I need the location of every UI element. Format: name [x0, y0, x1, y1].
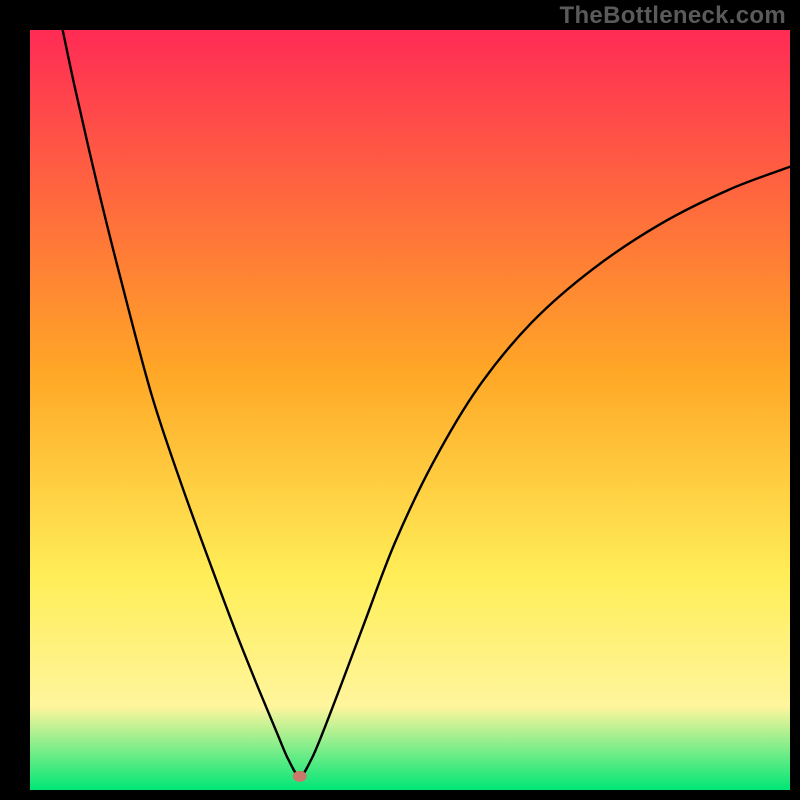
watermark-text: TheBottleneck.com — [560, 2, 786, 30]
optimal-point-marker — [293, 771, 307, 782]
chart-svg — [0, 0, 800, 800]
plot-background-gradient — [30, 30, 790, 790]
chart-frame: TheBottleneck.com — [0, 0, 800, 800]
